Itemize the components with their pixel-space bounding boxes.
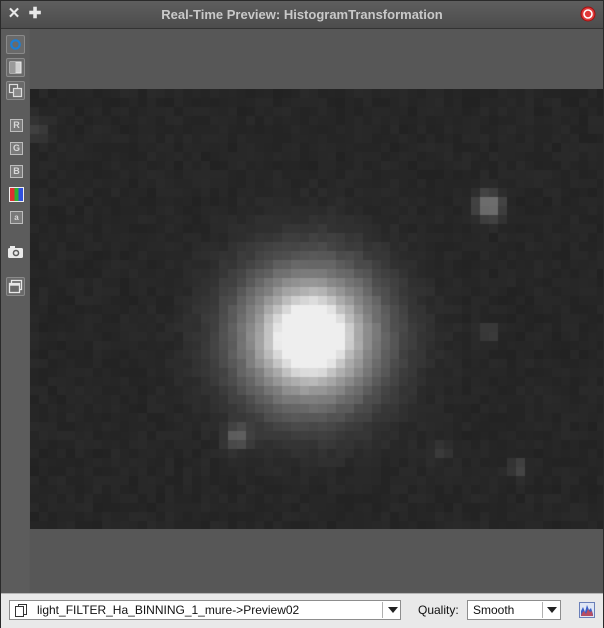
- channel-blue-button[interactable]: B: [10, 165, 23, 178]
- star-field-image: [30, 89, 603, 529]
- view-icon: [15, 604, 27, 617]
- channel-rgb-button[interactable]: [9, 187, 24, 202]
- channel-alpha-button[interactable]: a: [10, 211, 23, 224]
- quality-value: Smooth: [473, 603, 515, 617]
- title-bar[interactable]: ✕ ✚ Real-Time Preview: HistogramTransfor…: [1, 1, 603, 29]
- channel-red-button[interactable]: R: [10, 119, 23, 132]
- new-window-icon[interactable]: [6, 277, 25, 296]
- chevron-down-icon[interactable]: [547, 607, 557, 613]
- channel-green-button[interactable]: G: [10, 142, 23, 155]
- mask-tool-icon[interactable]: [6, 58, 25, 77]
- view-selector-combo[interactable]: light_FILTER_Ha_BINNING_1_mure->Preview0…: [9, 600, 401, 620]
- quality-combo[interactable]: Smooth: [467, 600, 561, 620]
- window-title: Real-Time Preview: HistogramTransformati…: [161, 7, 443, 22]
- preview-image[interactable]: [30, 89, 603, 529]
- preview-window: ✕ ✚ Real-Time Preview: HistogramTransfor…: [0, 0, 604, 628]
- bottom-bar: light_FILTER_Ha_BINNING_1_mure->Preview0…: [1, 593, 603, 628]
- chevron-down-icon[interactable]: [388, 607, 398, 613]
- preview-viewport[interactable]: [30, 29, 603, 592]
- left-toolbar: R G B a: [1, 29, 29, 599]
- close-window-icon[interactable]: [580, 6, 596, 22]
- view-selector-value: light_FILTER_Ha_BINNING_1_mure->Preview0…: [37, 603, 300, 617]
- camera-icon[interactable]: [6, 243, 25, 262]
- duplicate-tool-icon[interactable]: [6, 81, 25, 100]
- zoom-tool-icon[interactable]: [6, 35, 25, 54]
- quality-label: Quality:: [418, 603, 459, 617]
- histogram-icon[interactable]: [579, 602, 595, 618]
